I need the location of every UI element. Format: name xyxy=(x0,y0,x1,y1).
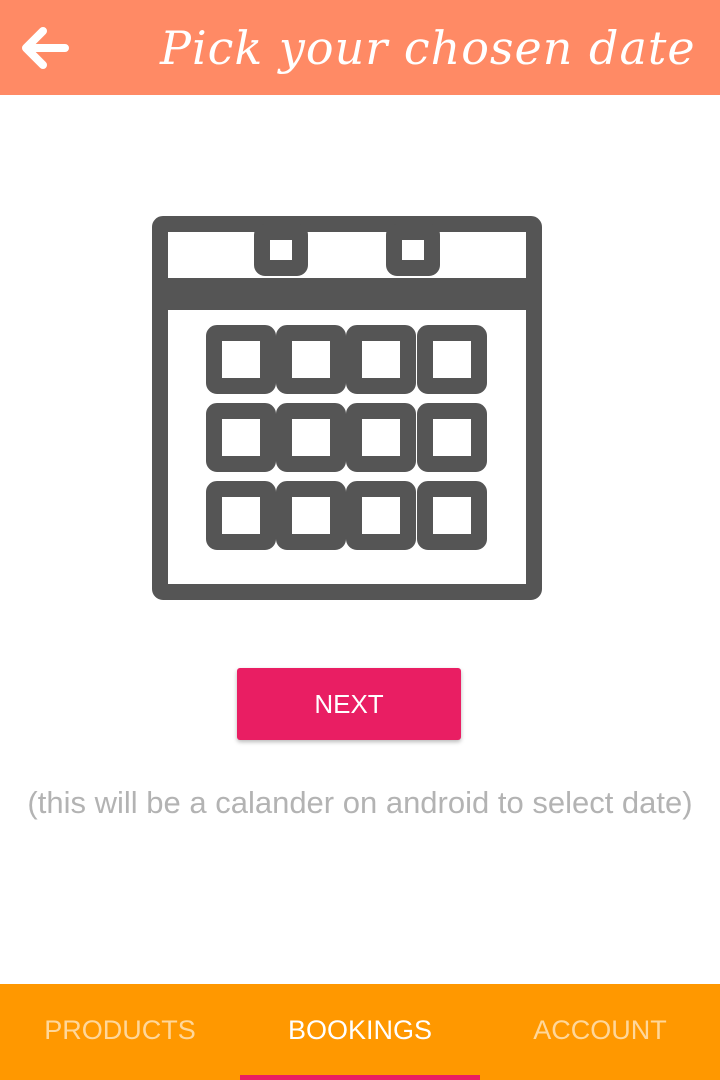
tab-account-label: ACCOUNT xyxy=(533,1015,667,1045)
tab-account[interactable]: ACCOUNT xyxy=(480,984,720,1080)
bottom-navigation: PRODUCTS BOOKINGS ACCOUNT xyxy=(0,984,720,1080)
tab-bookings[interactable]: BOOKINGS xyxy=(240,984,480,1080)
tab-products[interactable]: PRODUCTS xyxy=(0,984,240,1080)
calendar-icon xyxy=(152,216,542,600)
tab-products-label: PRODUCTS xyxy=(44,1015,196,1045)
active-tab-indicator xyxy=(240,1075,480,1080)
arrow-left-icon xyxy=(22,27,69,69)
back-button[interactable] xyxy=(14,18,74,78)
page-title: Pick your chosen date xyxy=(160,21,696,75)
app-header: Pick your chosen date xyxy=(0,0,720,95)
tab-bookings-label: BOOKINGS xyxy=(287,1015,433,1045)
next-button[interactable]: NEXT xyxy=(237,668,461,740)
calendar-hint-text: (this will be a calander on android to s… xyxy=(27,785,693,820)
